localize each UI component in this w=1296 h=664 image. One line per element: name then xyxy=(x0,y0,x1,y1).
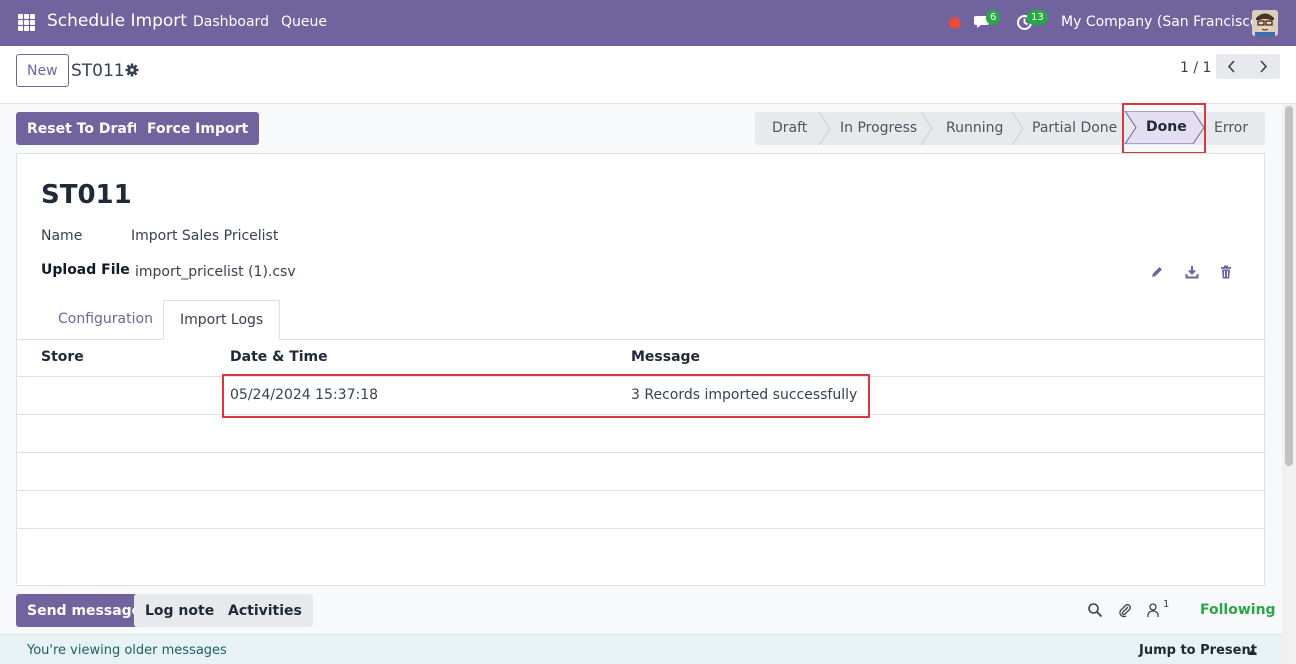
app-title[interactable]: Schedule Import xyxy=(47,11,187,31)
upload-file-name[interactable]: import_pricelist (1).csv xyxy=(135,264,296,280)
recording-indicator-icon[interactable] xyxy=(949,17,961,29)
pager-previous-button[interactable] xyxy=(1216,54,1248,79)
paperclip-icon[interactable] xyxy=(1117,602,1133,618)
new-button[interactable]: New xyxy=(16,54,69,87)
chatter: Send message Log note Activities 1 Follo… xyxy=(0,586,1296,664)
record-title[interactable]: ST011 xyxy=(41,180,132,210)
send-message-button[interactable]: Send message xyxy=(16,594,153,627)
gear-icon[interactable] xyxy=(125,63,139,77)
download-icon[interactable] xyxy=(1185,265,1199,279)
reset-to-draft-button[interactable]: Reset To Draft xyxy=(16,112,151,145)
table-divider xyxy=(17,528,1266,529)
form-statusbar: Reset To Draft Force Import Draft In Pro… xyxy=(0,104,1296,153)
scrollbar-thumb[interactable] xyxy=(1285,106,1293,466)
nav-link-dashboard[interactable]: Dashboard xyxy=(193,14,269,30)
name-label: Name xyxy=(41,228,83,244)
messages-badge: 6 xyxy=(986,10,1001,25)
table-divider xyxy=(17,490,1266,491)
jump-to-present-link[interactable]: Jump to Present xyxy=(1139,643,1257,658)
stage-done-highlight xyxy=(1122,103,1206,154)
control-panel: New ST011 1 / 1 xyxy=(0,46,1296,104)
following-button[interactable]: Following xyxy=(1200,602,1276,618)
stage-separator xyxy=(920,112,933,145)
stage-running[interactable]: Running xyxy=(946,112,1003,145)
stage-error[interactable]: Error xyxy=(1214,112,1248,145)
form-sheet: ST011 Name Import Sales Pricelist Upload… xyxy=(16,153,1266,586)
older-messages-banner: You're viewing older messages Jump to Pr… xyxy=(0,634,1282,664)
column-header-message[interactable]: Message xyxy=(631,349,700,365)
user-avatar[interactable] xyxy=(1252,10,1278,36)
tab-configuration[interactable]: Configuration xyxy=(42,300,169,340)
nav-link-queue[interactable]: Queue xyxy=(281,14,327,30)
older-messages-text: You're viewing older messages xyxy=(27,643,227,658)
upload-file-label: Upload File xyxy=(41,262,130,278)
name-field[interactable]: Import Sales Pricelist xyxy=(131,228,278,244)
chevron-left-icon xyxy=(1227,60,1235,73)
stage-separator xyxy=(1011,112,1024,145)
pager-value[interactable]: 1 / 1 xyxy=(1180,60,1211,76)
pager-next-button[interactable] xyxy=(1248,54,1280,79)
followers-count: 1 xyxy=(1163,599,1170,610)
log-row-highlight xyxy=(222,374,870,418)
log-note-button[interactable]: Log note xyxy=(134,594,226,627)
trash-icon[interactable] xyxy=(1219,265,1233,279)
stage-draft[interactable]: Draft xyxy=(772,112,807,145)
table-divider xyxy=(17,452,1266,453)
company-switcher[interactable]: My Company (San Francisco) xyxy=(1061,14,1264,30)
chevron-right-icon xyxy=(1260,60,1268,73)
stage-separator xyxy=(818,112,831,145)
apps-menu-icon[interactable] xyxy=(18,14,35,31)
top-navbar: Schedule Import Dashboard Queue 6 13 My … xyxy=(0,0,1296,46)
activity-badge: 13 xyxy=(1027,10,1048,25)
force-import-button[interactable]: Force Import xyxy=(136,112,260,145)
page-scrollbar[interactable] xyxy=(1282,104,1296,664)
notebook-tabs: Configuration Import Logs xyxy=(17,300,1266,340)
column-header-date-time[interactable]: Date & Time xyxy=(230,349,328,365)
stage-in-progress[interactable]: In Progress xyxy=(840,112,917,145)
activities-button[interactable]: Activities xyxy=(217,594,313,627)
stage-partial-done[interactable]: Partial Done xyxy=(1032,112,1117,145)
followers-icon[interactable] xyxy=(1145,602,1161,618)
edit-pencil-icon[interactable] xyxy=(1150,265,1164,279)
breadcrumb-record-name: ST011 xyxy=(71,61,125,81)
search-icon[interactable] xyxy=(1087,602,1103,618)
tab-import-logs[interactable]: Import Logs xyxy=(163,300,281,340)
caret-up-icon xyxy=(1248,649,1257,655)
column-header-store[interactable]: Store xyxy=(41,349,84,365)
